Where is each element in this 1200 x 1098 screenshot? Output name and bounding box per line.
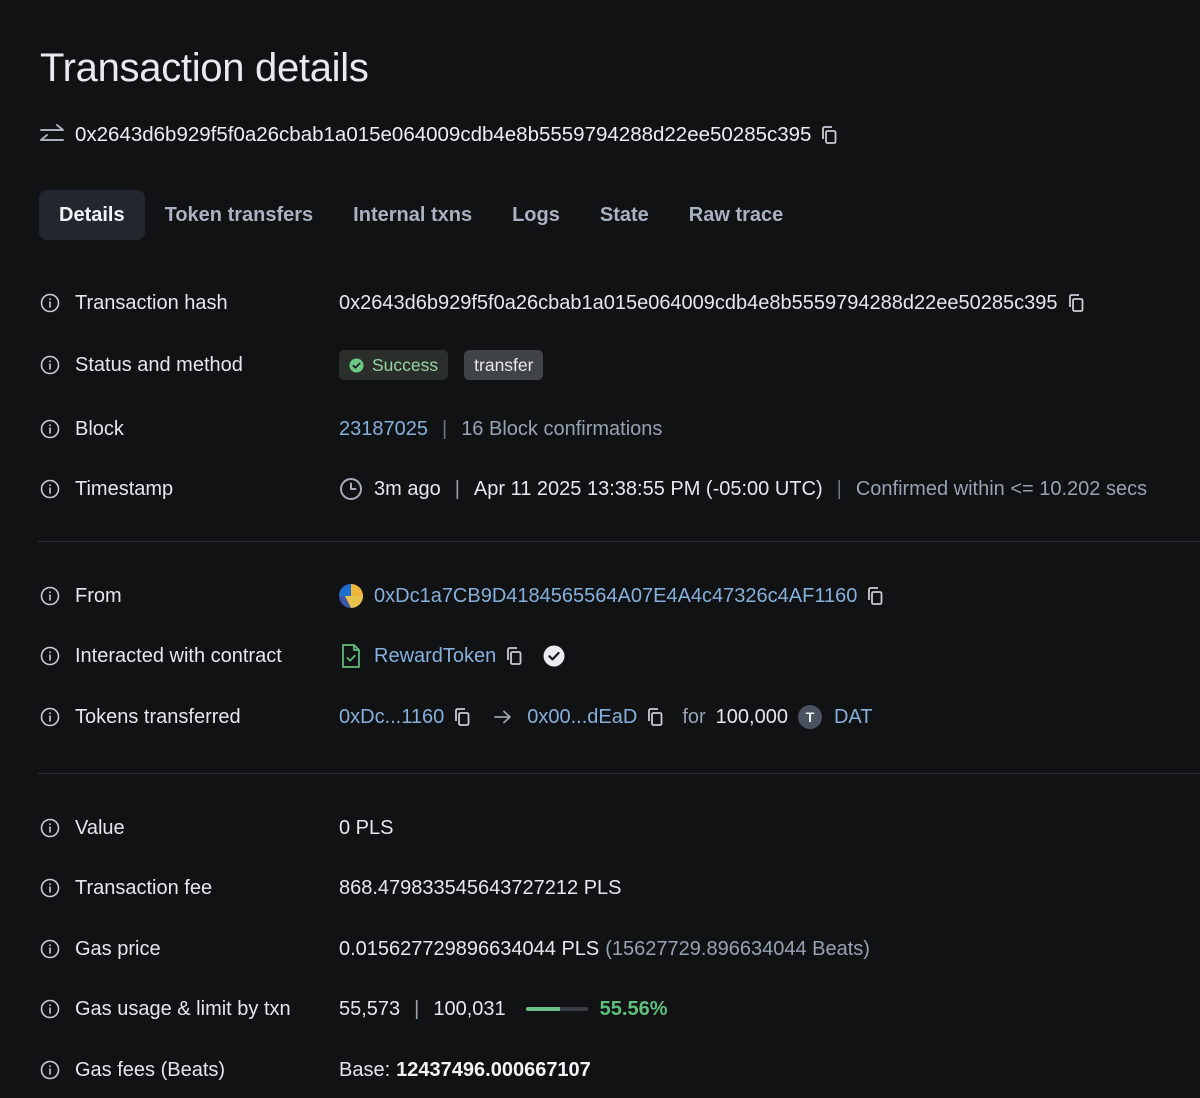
copy-icon[interactable] (453, 707, 471, 727)
row-label: Gas usage & limit by txn (75, 997, 291, 1020)
row-timestamp: Timestamp 3m ago | Apr 11 2025 13:38:55 … (40, 469, 1200, 509)
info-icon[interactable] (40, 818, 60, 838)
separator: | (836, 477, 842, 500)
info-icon[interactable] (40, 707, 60, 727)
row-transaction-fee: Transaction fee 868.479833545643727212 P… (40, 868, 1200, 908)
header-hash-text[interactable]: 0x2643d6b929f5f0a26cbab1a015e064009cdb4e… (75, 123, 811, 147)
check-circle-icon (349, 357, 364, 373)
separator: | (454, 477, 460, 500)
row-label: Block (75, 417, 124, 440)
info-icon[interactable] (40, 999, 60, 1019)
page-title: Transaction details (40, 46, 369, 90)
block-number-link[interactable]: 23187025 (339, 418, 428, 441)
row-label: From (75, 584, 122, 607)
timestamp-ago: 3m ago (374, 477, 441, 500)
gas-used: 55,573 (339, 997, 401, 1020)
row-gas-price: Gas price 0.015627729896634044 PLS (1562… (40, 929, 1200, 969)
tab-raw-trace[interactable]: Raw trace (669, 190, 804, 240)
row-transaction-hash: Transaction hash 0x2643d6b929f5f0a26cbab… (40, 283, 1200, 323)
row-label: Gas price (75, 937, 161, 960)
address-avatar-icon (339, 584, 363, 608)
row-value: Value 0 PLS (40, 808, 1200, 848)
transaction-fee-amount: 868.479833545643727212 PLS (339, 876, 622, 899)
row-gas-usage: Gas usage & limit by txn 55,573 | 100,03… (40, 989, 1200, 1029)
gas-usage-bar (525, 1007, 588, 1011)
info-icon[interactable] (40, 646, 60, 666)
token-symbol-link[interactable]: DAT (834, 706, 873, 729)
arrow-right-icon (494, 710, 512, 724)
tab-logs[interactable]: Logs (492, 190, 580, 240)
info-icon[interactable] (40, 878, 60, 898)
tab-bar: Details Token transfers Internal txns Lo… (39, 190, 803, 240)
copy-icon[interactable] (820, 125, 838, 145)
contract-file-icon (342, 644, 360, 668)
from-address-link[interactable]: 0xDc1a7CB9D4184565564A07E4A4c47326c4AF11… (374, 585, 857, 608)
row-status-method: Status and method Success transfer (40, 345, 1200, 385)
separator: | (414, 997, 420, 1020)
token-icon-letter: T (805, 709, 815, 725)
info-icon[interactable] (40, 419, 60, 439)
row-label: Value (75, 816, 125, 839)
token-icon: T (797, 705, 822, 729)
transaction-hash-value[interactable]: 0x2643d6b929f5f0a26cbab1a015e064009cdb4e… (339, 292, 1058, 315)
section-divider (38, 773, 1200, 774)
clock-icon (340, 478, 362, 500)
gas-limit: 100,031 (433, 997, 506, 1020)
row-tokens-transferred: Tokens transferred 0xDc...1160 0x00...dE… (40, 697, 1200, 737)
tab-state[interactable]: State (580, 190, 669, 240)
gas-usage-percent: 55.56% (599, 997, 668, 1020)
gas-fees-base-label: Base: (339, 1058, 391, 1081)
copy-icon[interactable] (646, 707, 664, 727)
gas-price-beats: (15627729.896634044 Beats) (605, 937, 870, 960)
token-amount: 100,000 (715, 705, 788, 728)
confirmation-time: Confirmed within <= 10.202 secs (855, 477, 1148, 500)
swap-arrows-icon (40, 124, 64, 141)
info-icon[interactable] (40, 293, 60, 313)
contract-name-link[interactable]: RewardToken (374, 645, 496, 668)
verified-icon (543, 645, 565, 667)
copy-icon[interactable] (866, 586, 884, 606)
row-label: Gas fees (Beats) (75, 1058, 226, 1081)
tab-token-transfers[interactable]: Token transfers (145, 190, 334, 240)
tab-internal-txns[interactable]: Internal txns (333, 190, 492, 240)
block-confirmations: 16 Block confirmations (461, 417, 663, 440)
row-from: From 0xDc1a7CB9D4184565564A07E4A4c47326c… (40, 576, 1200, 616)
row-label: Tokens transferred (75, 705, 241, 728)
gas-usage-bar-fill (525, 1007, 561, 1011)
gas-price-amount: 0.015627729896634044 PLS (339, 937, 600, 960)
info-icon[interactable] (40, 1060, 60, 1080)
row-interacted-contract: Interacted with contract RewardToken (40, 636, 1200, 676)
status-badge: Success (339, 350, 449, 380)
status-text: Success (372, 354, 439, 375)
section-divider (38, 541, 1200, 542)
row-gas-fees: Gas fees (Beats) Base: 12437496.00066710… (40, 1050, 1200, 1090)
value-amount: 0 PLS (339, 816, 394, 839)
transaction-details-page: Transaction details 0x2643d6b929f5f0a26c… (0, 0, 1200, 1098)
transaction-hash-header: 0x2643d6b929f5f0a26cbab1a015e064009cdb4e… (38, 120, 838, 150)
timestamp-datetime: Apr 11 2025 13:38:55 PM (-05:00 UTC) (473, 477, 823, 500)
separator: | (441, 417, 448, 440)
info-icon[interactable] (40, 586, 60, 606)
token-to-address-link[interactable]: 0x00...dEaD (527, 706, 637, 729)
row-label: Transaction fee (75, 876, 213, 899)
info-icon[interactable] (40, 479, 60, 499)
for-label: for (682, 705, 706, 728)
method-badge: transfer (464, 350, 544, 380)
row-block: Block 23187025 | 16 Block confirmations (40, 409, 1200, 449)
info-icon[interactable] (40, 939, 60, 959)
row-label: Timestamp (75, 477, 174, 500)
copy-icon[interactable] (505, 646, 523, 666)
token-from-address-link[interactable]: 0xDc...1160 (339, 706, 444, 729)
row-label: Transaction hash (75, 291, 228, 314)
info-icon[interactable] (40, 355, 60, 375)
gas-fees-base-value: 12437496.000667107 (396, 1058, 591, 1081)
row-label: Interacted with contract (75, 644, 282, 667)
tab-details[interactable]: Details (39, 190, 145, 240)
row-label: Status and method (75, 353, 243, 376)
copy-icon[interactable] (1067, 293, 1085, 313)
